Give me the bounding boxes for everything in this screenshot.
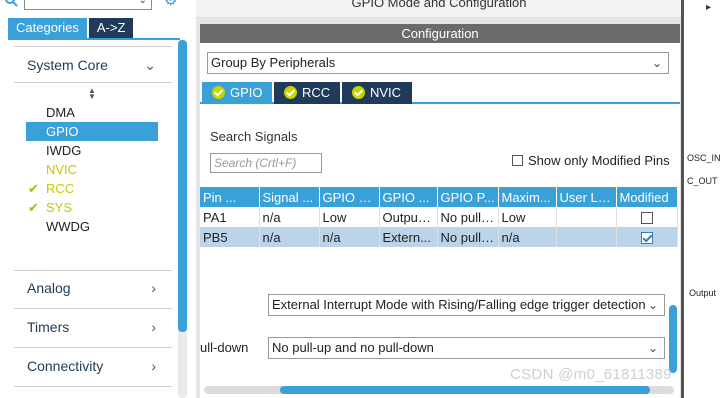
list-item-wwdg[interactable]: WWDG <box>26 217 158 236</box>
column-header[interactable]: GPIO P... <box>437 187 499 207</box>
search-icon[interactable] <box>4 0 18 8</box>
table-cell: Extern... <box>379 227 438 247</box>
signals-table: Pin ... Signal ... GPIO o... GPIO ... GP… <box>200 187 678 247</box>
modified-checkbox[interactable] <box>640 212 653 225</box>
chevron-right-icon: › <box>151 319 156 335</box>
pinout-view <box>684 0 722 398</box>
vertical-scrollbar-thumb[interactable] <box>669 305 677 373</box>
gpio-mode-select[interactable]: External Interrupt Mode with Rising/Fall… <box>268 294 665 316</box>
search-signals-label: Search Signals <box>210 129 298 144</box>
pull-label: ull-down <box>200 340 249 355</box>
chevron-down-icon: ⌄ <box>647 341 658 355</box>
checkbox-icon <box>512 155 523 166</box>
chevron-down-icon: ⌄ <box>651 56 662 70</box>
list-item-iwdg[interactable]: IWDG <box>26 141 158 160</box>
category-timers[interactable]: Timers › <box>14 309 172 345</box>
check-circle-icon <box>212 86 225 99</box>
group-by-select[interactable]: Group By Peripherals ⌄ <box>207 52 669 74</box>
column-header[interactable]: GPIO ... <box>379 187 438 207</box>
left-panel: ⌄ ⚙ Categories A->Z System Core ⌄ ▲ ▼ DMA … <box>0 0 190 398</box>
chevron-down-icon: ⌄ <box>647 298 658 312</box>
category-label: System Core <box>27 57 108 73</box>
checkmark-icon: ✔ <box>28 181 39 196</box>
search-signals-input[interactable]: Search (Crtl+F) <box>210 153 322 173</box>
table-cell: No pull-... <box>437 207 499 227</box>
show-modified-checkbox[interactable]: Show only Modified Pins <box>512 153 670 168</box>
tab-gpio[interactable]: GPIO <box>202 82 272 104</box>
checkmark-icon: ✔ <box>28 200 39 215</box>
table-cell: n/a <box>259 227 320 247</box>
table-cell: Output ... <box>379 207 438 227</box>
chevron-right-icon: › <box>151 280 156 296</box>
search-combo[interactable]: ⌄ <box>24 0 152 10</box>
chevron-right-icon: › <box>151 358 156 374</box>
table-cell: PB5 <box>200 227 260 247</box>
table-row[interactable]: PA1 n/a Low Output ... No pull-... Low <box>200 207 678 227</box>
sort-icon[interactable]: ▲ ▼ <box>88 87 96 101</box>
list-item-rcc[interactable]: ✔ RCC <box>26 179 158 198</box>
chevron-down-icon: ⌄ <box>138 0 147 6</box>
category-system-core[interactable]: System Core ⌄ <box>14 46 172 83</box>
column-header[interactable]: Modified <box>616 187 678 207</box>
configuration-header: Configuration <box>200 24 680 43</box>
system-core-list: DMA GPIO IWDG NVIC ✔ RCC ✔ SYS WWDG <box>26 103 158 236</box>
table-cell <box>556 227 617 247</box>
tab-nvic[interactable]: NVIC <box>342 82 412 104</box>
list-item-nvic[interactable]: NVIC <box>26 160 158 179</box>
horizontal-scrollbar-thumb[interactable] <box>280 386 650 394</box>
pull-select[interactable]: No pull-up and no pull-down ⌄ <box>268 337 665 359</box>
category-label: Timers <box>27 319 70 335</box>
chevron-down-icon: ⌄ <box>144 57 156 73</box>
column-header[interactable]: Pin ... <box>200 187 260 207</box>
modified-checkbox[interactable] <box>640 232 653 245</box>
table-cell: n/a <box>498 227 557 247</box>
check-circle-icon <box>352 86 365 99</box>
watermark: CSDN @m0_61811389 <box>510 366 672 383</box>
app-window: ⌄ ⚙ Categories A->Z System Core ⌄ ▲ ▼ DMA … <box>0 0 722 398</box>
divider <box>14 386 172 387</box>
table-cell: PA1 <box>200 207 260 227</box>
tab-az[interactable]: A->Z <box>88 18 134 38</box>
pin-label: C_OUT <box>687 176 718 186</box>
column-header[interactable]: Maxim... <box>498 187 557 207</box>
tab-rcc[interactable]: RCC <box>274 82 340 104</box>
table-cell: n/a <box>259 207 320 227</box>
pin-label: Output <box>689 288 717 298</box>
table-row[interactable]: PB5 n/a n/a Extern... No pull-... n/a <box>200 227 678 247</box>
modified-cell <box>616 227 678 247</box>
tab-categories[interactable]: Categories <box>8 18 87 38</box>
gear-icon[interactable]: ⚙ <box>164 0 182 8</box>
peripheral-tabs: GPIO RCC NVIC <box>200 82 680 104</box>
tab-underline <box>8 38 180 40</box>
column-header[interactable]: User La... <box>556 187 617 207</box>
column-header[interactable]: Signal ... <box>259 187 320 207</box>
category-label: Connectivity <box>27 358 104 374</box>
left-tabbar: Categories A->Z <box>8 18 134 38</box>
category-analog[interactable]: Analog › <box>14 270 172 306</box>
left-scrollbar-thumb[interactable] <box>178 40 187 332</box>
list-item-dma[interactable]: DMA <box>26 103 158 122</box>
table-cell: No pull-... <box>437 227 499 247</box>
page-title: GPIO Mode and Configuration <box>196 0 682 18</box>
category-label: Analog <box>27 280 71 296</box>
category-connectivity[interactable]: Connectivity › <box>14 348 172 384</box>
divider <box>14 82 172 83</box>
modified-cell <box>616 207 678 227</box>
table-cell: Low <box>319 207 380 227</box>
chevron-right-icon[interactable]: ▸ <box>706 2 711 13</box>
check-circle-icon <box>284 86 297 99</box>
table-cell: Low <box>498 207 557 227</box>
table-cell <box>556 207 617 227</box>
table-cell: n/a <box>319 227 380 247</box>
pin-label: OSC_IN <box>687 153 721 163</box>
list-item-gpio[interactable]: GPIO <box>26 122 158 141</box>
column-header[interactable]: GPIO o... <box>319 187 380 207</box>
table-header-row: Pin ... Signal ... GPIO o... GPIO ... GP… <box>200 187 678 207</box>
list-item-sys[interactable]: ✔ SYS <box>26 198 158 217</box>
